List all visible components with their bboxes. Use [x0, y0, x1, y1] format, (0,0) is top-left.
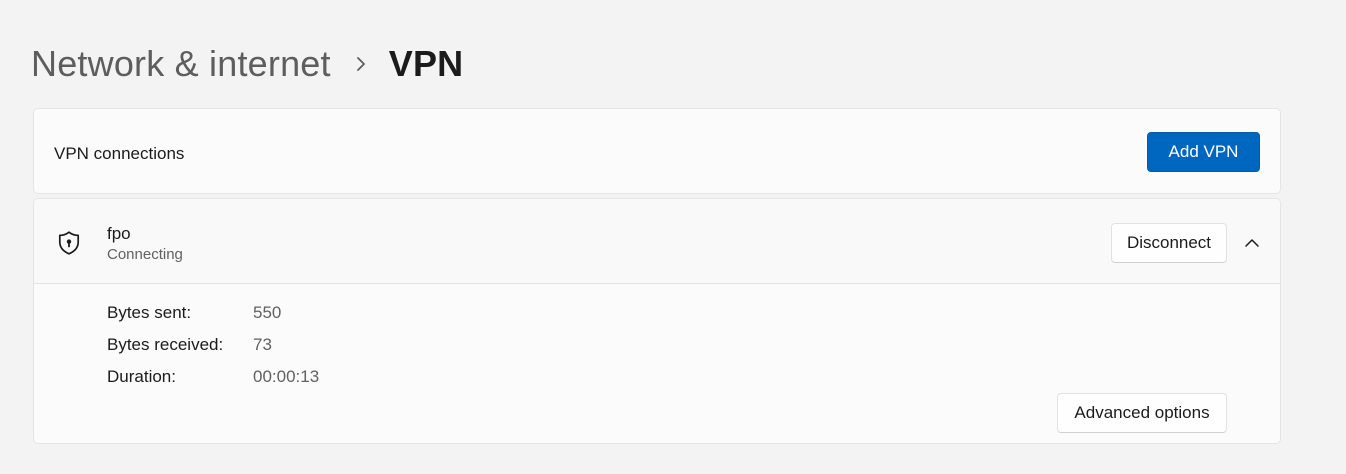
- vpn-connection-card: fpo Connecting Disconnect Bytes sent: 55…: [33, 198, 1281, 444]
- detail-row-bytes-received: Bytes received: 73: [107, 329, 319, 361]
- chevron-up-icon[interactable]: [1238, 229, 1266, 257]
- detail-value: 550: [253, 303, 282, 322]
- advanced-options-button[interactable]: Advanced options: [1057, 393, 1227, 433]
- breadcrumb-parent-network-internet[interactable]: Network & internet: [31, 43, 331, 85]
- disconnect-button[interactable]: Disconnect: [1111, 223, 1227, 263]
- detail-value: 73: [253, 335, 272, 354]
- detail-row-duration: Duration: 00:00:13: [107, 361, 319, 393]
- vpn-details: Bytes sent: 550 Bytes received: 73 Durat…: [107, 297, 319, 393]
- detail-value: 00:00:13: [253, 367, 320, 386]
- detail-label: Duration:: [107, 367, 176, 386]
- add-vpn-button[interactable]: Add VPN: [1147, 132, 1260, 172]
- detail-label: Bytes received:: [107, 335, 224, 354]
- page-title: VPN: [388, 43, 464, 84]
- vpn-connection-header[interactable]: fpo Connecting Disconnect: [34, 199, 1280, 284]
- detail-label: Bytes sent:: [107, 303, 192, 322]
- vpn-status: Connecting: [107, 246, 183, 263]
- shield-lock-icon: [56, 230, 82, 256]
- vpn-connections-card: VPN connections Add VPN: [33, 108, 1281, 194]
- vpn-name: fpo: [107, 224, 131, 243]
- chevron-right-icon: [355, 56, 367, 72]
- breadcrumb: Network & internet VPN: [31, 40, 463, 88]
- detail-row-bytes-sent: Bytes sent: 550: [107, 297, 319, 329]
- vpn-connections-label: VPN connections: [54, 144, 185, 163]
